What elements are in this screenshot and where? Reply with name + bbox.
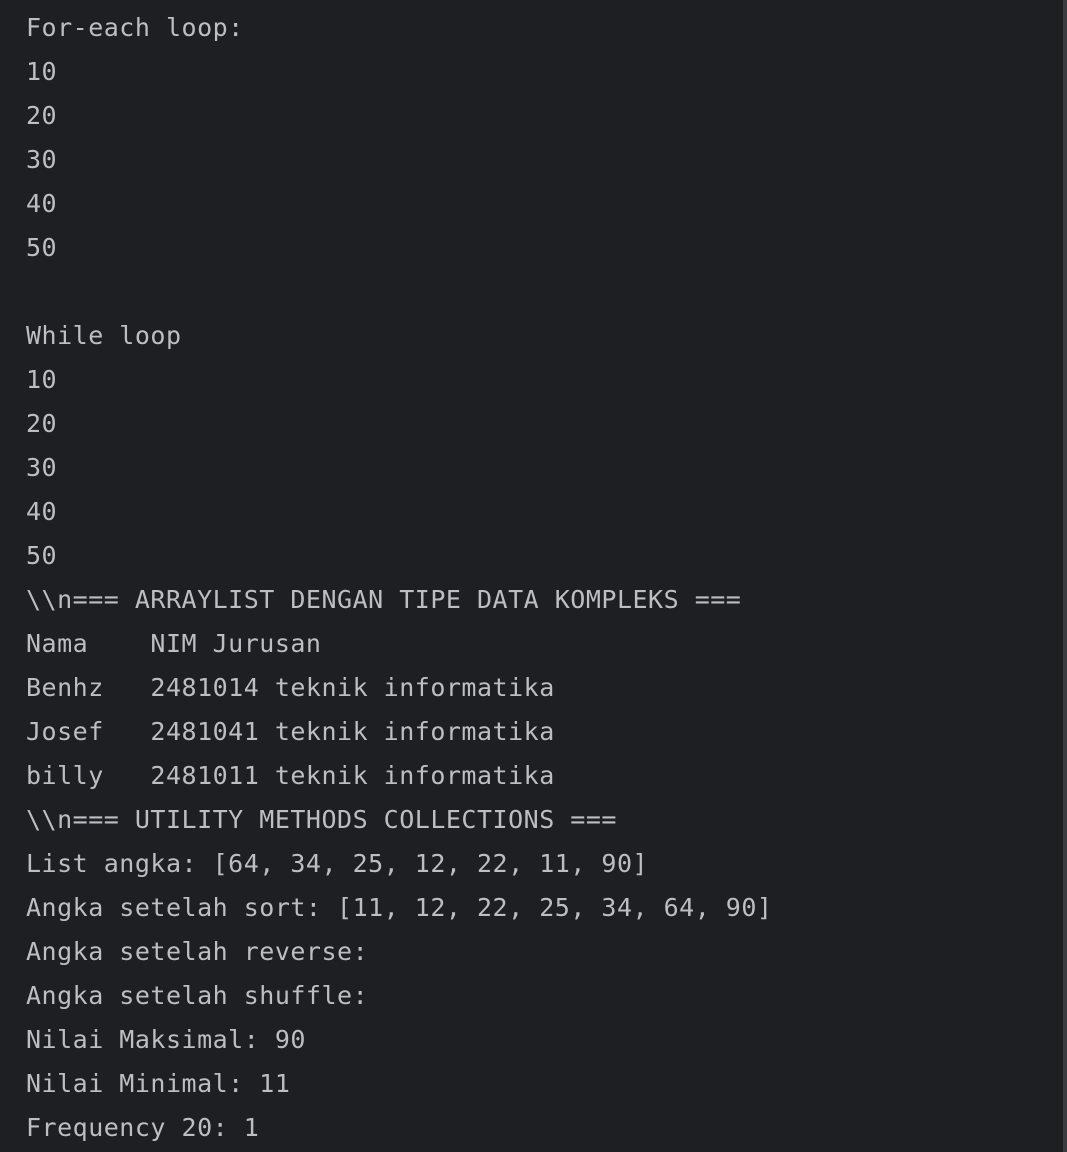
console-line: For-each loop: [26,13,244,42]
console-line: Benhz 2481014 teknik informatika [26,673,555,702]
console-line: Frequency 20: 1 [26,1113,260,1142]
console-line: 40 [26,497,58,526]
scrollbar-track[interactable] [1063,0,1067,1152]
console-line: Josef 2481041 teknik informatika [26,717,555,746]
console-line: Angka setelah reverse: [26,937,384,966]
console-line: Nama NIM Jurusan [26,629,322,658]
console-line: While loop [26,321,182,350]
console-line: 30 [26,145,58,174]
console-line: \\n=== ARRAYLIST DENGAN TIPE DATA KOMPLE… [26,585,742,614]
console-output[interactable]: For-each loop: 10 20 30 40 50 While loop… [0,0,1063,1152]
console-line: Angka setelah shuffle: [26,981,384,1010]
console-line: 20 [26,409,58,438]
console-line: \\n=== UTILITY METHODS COLLECTIONS === [26,805,617,834]
console-line: 10 [26,365,58,394]
console-line: 20 [26,101,58,130]
console-line: List angka: [64, 34, 25, 12, 22, 11, 90] [26,849,649,878]
console-line: 40 [26,189,58,218]
console-line: Nilai Minimal: 11 [26,1069,291,1098]
console-line: 10 [26,57,58,86]
console-line: 30 [26,453,58,482]
console-line: billy 2481011 teknik informatika [26,761,555,790]
console-line: 50 [26,541,58,570]
console-line: 50 [26,233,58,262]
console-line: Angka setelah sort: [11, 12, 22, 25, 34,… [26,893,773,922]
console-line: Nilai Maksimal: 90 [26,1025,306,1054]
